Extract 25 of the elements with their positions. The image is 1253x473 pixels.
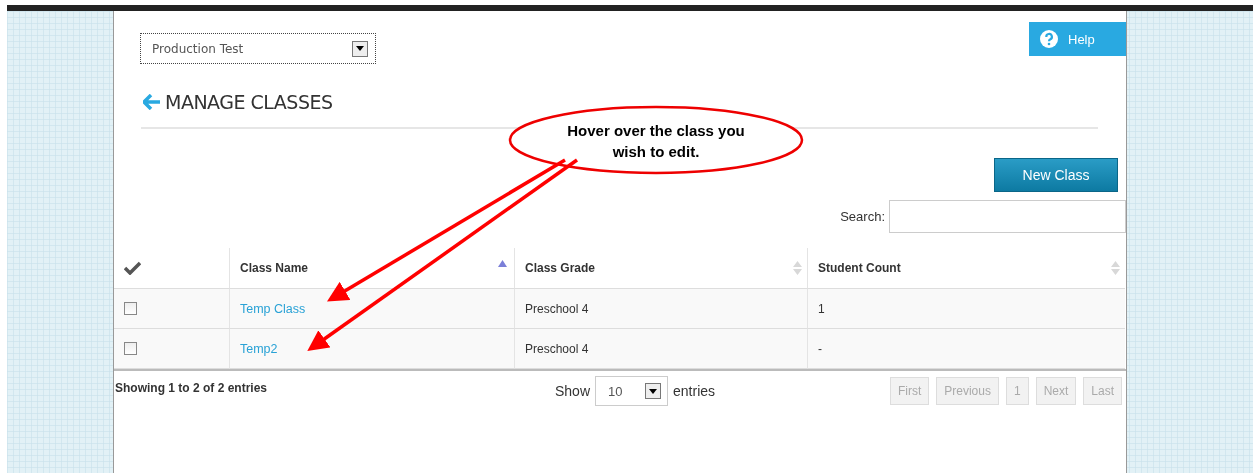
table-cell: Preschool 4 xyxy=(525,301,589,316)
table-cell: - xyxy=(818,341,822,356)
entries-info: Showing 1 to 2 of 2 entries xyxy=(115,381,268,395)
table-cell: 1 xyxy=(818,301,825,316)
row-checkbox[interactable] xyxy=(124,302,137,315)
help-button[interactable]: Help xyxy=(1029,22,1126,56)
account-select[interactable]: Production Test xyxy=(140,33,376,64)
sort-ascending-icon xyxy=(498,260,507,268)
sort-icon xyxy=(793,261,802,275)
class-name-link[interactable]: Temp2 xyxy=(240,341,278,356)
show-label: Show xyxy=(555,383,591,399)
question-icon xyxy=(1040,30,1058,48)
callout-text: Hover over the class you wish to edit. xyxy=(566,121,746,162)
table-cell: Preschool 4 xyxy=(525,341,589,356)
search-label: Search: xyxy=(840,209,885,224)
page-title: MANAGE CLASSES xyxy=(165,91,333,113)
class-name-link[interactable]: Temp Class xyxy=(240,301,306,316)
checkmark-icon[interactable] xyxy=(124,261,141,275)
row-checkbox[interactable] xyxy=(124,342,137,355)
back-arrow-icon[interactable] xyxy=(143,94,161,110)
page-length-select[interactable]: 10 xyxy=(595,376,669,406)
search-field[interactable] xyxy=(889,200,1126,233)
entries-label: entries xyxy=(673,383,716,399)
new-class-button[interactable]: New Class xyxy=(994,158,1118,192)
sort-icon xyxy=(1111,261,1120,275)
